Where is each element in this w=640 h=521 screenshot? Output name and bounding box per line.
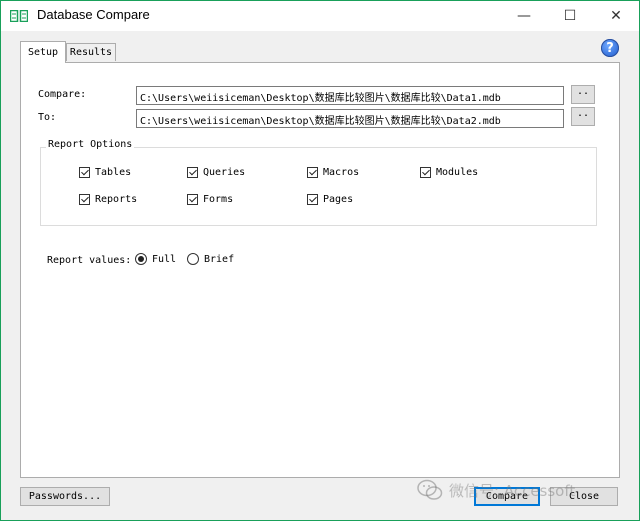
minimize-button[interactable]: — bbox=[501, 1, 547, 31]
radio-full[interactable]: Full bbox=[135, 253, 176, 265]
tab-results-label: Results bbox=[69, 47, 113, 58]
checkbox-tables[interactable]: Tables bbox=[79, 167, 131, 178]
help-icon[interactable]: ? bbox=[601, 39, 619, 57]
to-path-input[interactable]: C:\Users\weiisiceman\Desktop\数据库比较图片\数据库… bbox=[136, 109, 564, 128]
checkbox-checked-icon bbox=[79, 167, 90, 178]
to-label: To: bbox=[38, 112, 57, 123]
compare-label: Compare: bbox=[38, 89, 87, 100]
checkbox-checked-icon bbox=[420, 167, 431, 178]
checkbox-checked-icon bbox=[307, 194, 318, 205]
checkbox-checked-icon bbox=[307, 167, 318, 178]
close-icon: ✕ bbox=[610, 8, 622, 24]
compare-path-input[interactable]: C:\Users\weiisiceman\Desktop\数据库比较图片\数据库… bbox=[136, 86, 564, 105]
title-bar[interactable]: Database Compare — ☐ ✕ bbox=[1, 1, 639, 31]
checkbox-pages-label: Pages bbox=[323, 194, 354, 205]
radio-unselected-icon bbox=[187, 253, 199, 265]
radio-brief[interactable]: Brief bbox=[187, 253, 234, 265]
checkbox-tables-label: Tables bbox=[95, 167, 132, 178]
checkbox-checked-icon bbox=[187, 167, 198, 178]
checkbox-forms-label: Forms bbox=[203, 194, 234, 205]
to-browse-button[interactable]: .. bbox=[571, 107, 595, 126]
checkbox-checked-icon bbox=[187, 194, 198, 205]
compare-button[interactable]: Compare bbox=[474, 487, 540, 506]
report-options-group bbox=[40, 147, 597, 226]
minimize-icon: — bbox=[517, 8, 531, 24]
tab-setup[interactable]: Setup bbox=[20, 41, 66, 63]
help-glyph: ? bbox=[606, 40, 614, 56]
passwords-button[interactable]: Passwords... bbox=[20, 487, 110, 506]
checkbox-queries[interactable]: Queries bbox=[187, 167, 245, 178]
database-compare-window: Database Compare — ☐ ✕ Setup Results ? C… bbox=[0, 0, 640, 521]
checkbox-modules[interactable]: Modules bbox=[420, 167, 478, 178]
radio-selected-icon bbox=[135, 253, 147, 265]
window-title: Database Compare bbox=[37, 7, 150, 22]
checkbox-forms[interactable]: Forms bbox=[187, 194, 233, 205]
report-options-legend: Report Options bbox=[46, 139, 135, 150]
report-values-label: Report values: bbox=[47, 255, 132, 266]
checkbox-reports-label: Reports bbox=[95, 194, 138, 205]
checkbox-reports[interactable]: Reports bbox=[79, 194, 137, 205]
checkbox-checked-icon bbox=[79, 194, 90, 205]
app-icon bbox=[10, 10, 28, 22]
tab-setup-label: Setup bbox=[27, 47, 59, 58]
tab-results[interactable]: Results bbox=[66, 43, 116, 61]
wechat-icon bbox=[417, 479, 443, 500]
checkbox-queries-label: Queries bbox=[203, 167, 246, 178]
close-button[interactable]: Close bbox=[550, 487, 618, 506]
checkbox-macros-label: Macros bbox=[323, 167, 360, 178]
maximize-button[interactable]: ☐ bbox=[547, 1, 593, 31]
radio-brief-label: Brief bbox=[204, 253, 235, 265]
checkbox-macros[interactable]: Macros bbox=[307, 167, 359, 178]
maximize-icon: ☐ bbox=[563, 8, 577, 24]
close-window-button[interactable]: ✕ bbox=[593, 1, 639, 31]
checkbox-modules-label: Modules bbox=[436, 167, 479, 178]
checkbox-pages[interactable]: Pages bbox=[307, 194, 353, 205]
radio-full-label: Full bbox=[152, 253, 177, 265]
compare-browse-button[interactable]: .. bbox=[571, 85, 595, 104]
